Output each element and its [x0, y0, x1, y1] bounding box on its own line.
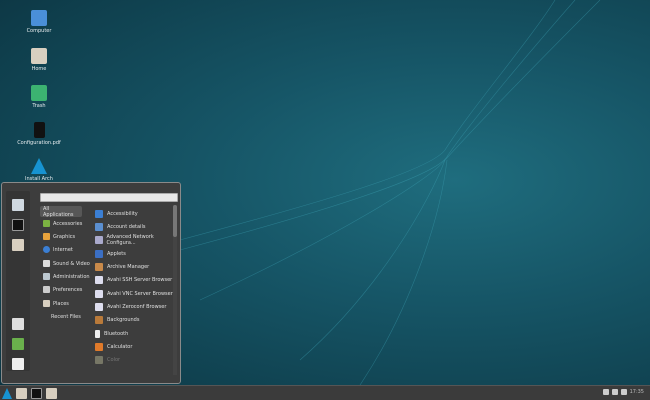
app-archive-manager[interactable]: Archive Manager [95, 261, 149, 272]
category-internet[interactable]: Internet [40, 244, 76, 255]
category-preferences[interactable]: Preferences [40, 284, 85, 295]
graphics-icon [43, 233, 50, 240]
shutdown-icon[interactable] [12, 358, 24, 370]
taskbar: 17:35 [0, 385, 650, 400]
terminal-icon[interactable] [12, 219, 24, 231]
app-backgrounds[interactable]: Backgrounds [95, 314, 139, 325]
color-icon [95, 356, 103, 364]
clock[interactable]: 17:35 [630, 389, 644, 395]
desktop-icon-trash[interactable]: Trash [14, 85, 64, 109]
category-sound-video[interactable]: Sound & Video [40, 258, 93, 269]
volume-tray-icon[interactable] [621, 389, 627, 395]
desktop-icon-configuration-pdf[interactable]: Configuration.pdf [14, 122, 64, 146]
accessories-icon [43, 220, 50, 227]
bluetooth-icon [95, 330, 100, 338]
applets-icon [95, 250, 103, 258]
category-all-applications[interactable]: All Applications [40, 206, 82, 217]
app-calculator[interactable]: Calculator [95, 341, 132, 352]
app-applets[interactable]: Applets [95, 248, 126, 259]
taskbar-terminal-icon[interactable] [31, 388, 42, 399]
calculator-icon [95, 343, 103, 351]
administration-icon [43, 273, 50, 280]
arch-logo-icon [31, 158, 47, 174]
favorites-sidebar [6, 191, 30, 371]
taskbar-file-manager-icon[interactable] [16, 388, 27, 399]
pdf-file-icon [34, 122, 45, 138]
internet-icon [43, 246, 50, 253]
category-graphics[interactable]: Graphics [40, 231, 78, 242]
archive-icon [95, 263, 103, 271]
app-accessibility[interactable]: Accessibility [95, 208, 138, 219]
avahi-icon [95, 290, 103, 298]
app-account-details[interactable]: Account details [95, 221, 145, 232]
network-icon [95, 236, 103, 244]
scrollbar-thumb[interactable] [173, 205, 177, 237]
avahi-icon [95, 303, 103, 311]
desktop-icon-computer[interactable]: Computer [14, 10, 64, 34]
user-tray-icon[interactable] [612, 389, 618, 395]
lock-screen-icon[interactable] [12, 318, 24, 330]
system-tray: 17:35 [603, 389, 644, 395]
accessibility-icon [95, 210, 103, 218]
app-list-scrollbar[interactable] [173, 205, 177, 375]
app-color[interactable]: Color [95, 354, 120, 365]
places-folder-icon [43, 300, 50, 307]
sound-video-icon [43, 260, 50, 267]
app-avahi-vnc[interactable]: Avahi VNC Server Browser [95, 288, 173, 299]
taskbar-folder-icon[interactable] [46, 388, 57, 399]
desktop-icon-install-arch[interactable]: Install Arch [14, 158, 64, 182]
application-menu: All Applications Accessories Graphics In… [1, 182, 181, 384]
app-bluetooth[interactable]: Bluetooth [95, 328, 128, 339]
preferences-icon [43, 286, 50, 293]
app-avahi-zeroconf[interactable]: Avahi Zeroconf Browser [95, 301, 166, 312]
app-avahi-ssh[interactable]: Avahi SSH Server Browser [95, 274, 172, 285]
desktop-icon-home[interactable]: Home [14, 48, 64, 72]
settings-tools-icon[interactable] [12, 199, 24, 211]
menu-arch-logo-icon[interactable] [2, 388, 12, 399]
network-tray-icon[interactable] [603, 389, 609, 395]
trash-icon [31, 85, 47, 101]
app-advanced-network[interactable]: Advanced Network Configura... [95, 234, 180, 245]
category-accessories[interactable]: Accessories [40, 218, 85, 229]
home-folder-icon [31, 48, 47, 64]
category-administration[interactable]: Administration [40, 271, 93, 282]
files-folder-icon[interactable] [12, 239, 24, 251]
category-places[interactable]: Places [40, 298, 72, 309]
search-input[interactable] [40, 193, 178, 202]
account-icon [95, 223, 103, 231]
computer-icon [31, 10, 47, 26]
logout-icon[interactable] [12, 338, 24, 350]
backgrounds-icon [95, 316, 103, 324]
category-recent-files[interactable]: Recent Files [48, 311, 84, 322]
avahi-icon [95, 276, 103, 284]
